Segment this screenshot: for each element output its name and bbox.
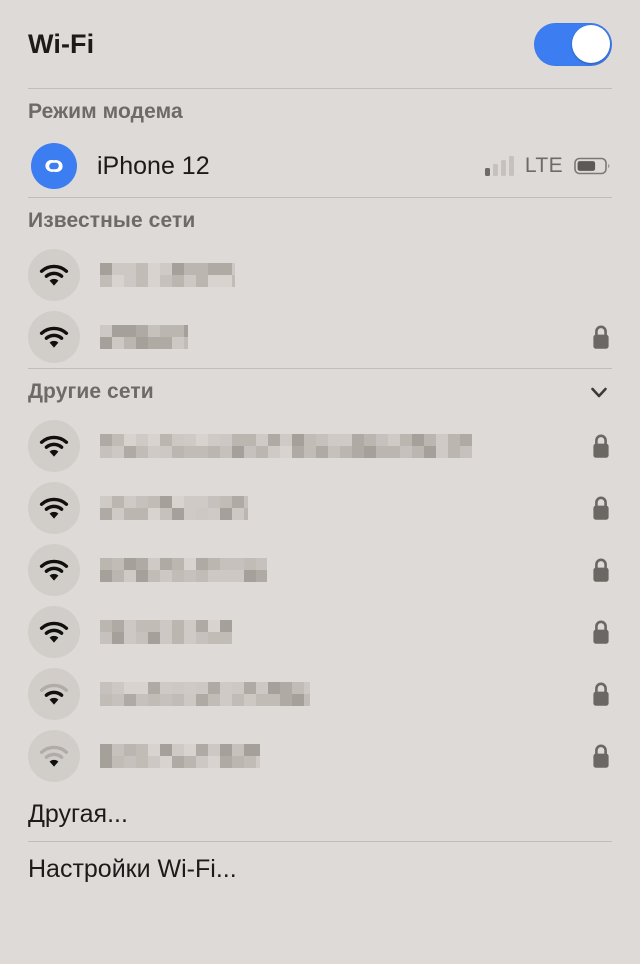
page-title: Wi-Fi (28, 28, 95, 59)
wifi-icon (28, 249, 80, 301)
redacted-network-name (100, 325, 188, 349)
lock-icon (593, 496, 609, 520)
chevron-down-icon[interactable] (586, 379, 612, 405)
hotspot-device-name: iPhone 12 (97, 151, 210, 180)
lock-icon (593, 325, 609, 349)
network-row[interactable] (0, 601, 640, 663)
section-title: Известные сети (28, 209, 196, 232)
network-row[interactable] (0, 244, 640, 306)
section-title: Другие сети (28, 380, 154, 403)
redacted-network-name (100, 620, 232, 644)
lock-icon (593, 558, 609, 582)
section-header-known-networks: Известные сети (0, 198, 640, 244)
wifi-power-toggle[interactable] (534, 22, 612, 66)
network-row[interactable] (0, 415, 640, 477)
other-network-label: Другая... (28, 799, 128, 828)
wifi-icon (28, 420, 80, 472)
network-row[interactable] (0, 306, 640, 368)
network-row[interactable] (0, 539, 640, 601)
wifi-icon (28, 606, 80, 658)
network-row[interactable] (0, 477, 640, 539)
wifi-icon (28, 668, 80, 720)
wifi-icon (28, 544, 80, 596)
redacted-network-name (100, 744, 260, 768)
lock-icon (593, 620, 609, 644)
wifi-settings-row[interactable]: Настройки Wi-Fi... (0, 842, 640, 896)
redacted-network-name (100, 558, 267, 582)
section-header-personal-hotspot: Режим модема (0, 89, 640, 135)
section-header-other-networks[interactable]: Другие сети (0, 369, 640, 415)
lock-icon (593, 744, 609, 768)
network-row[interactable] (0, 725, 640, 787)
redacted-network-name (100, 682, 310, 706)
toggle-knob (571, 25, 610, 63)
wifi-header: Wi-Fi (0, 0, 640, 88)
redacted-network-name (100, 263, 235, 287)
wifi-icon (28, 482, 80, 534)
hotspot-row-iphone[interactable]: iPhone 12 LTE (0, 135, 640, 197)
wifi-settings-label: Настройки Wi-Fi... (28, 854, 237, 883)
cellular-signal-icon (484, 156, 514, 176)
wifi-icon (28, 311, 80, 363)
network-row[interactable] (0, 663, 640, 725)
wifi-menu-panel: Wi-Fi Режим модема iPhone 12 LTE Известн… (0, 0, 640, 964)
wifi-icon (28, 730, 80, 782)
section-title: Режим модема (28, 100, 183, 123)
redacted-network-name (100, 434, 472, 458)
hotspot-link-icon (31, 143, 77, 189)
lock-icon (593, 434, 609, 458)
hotspot-status: LTE (484, 154, 612, 178)
other-network-row[interactable]: Другая... (0, 787, 640, 841)
lock-icon (593, 682, 609, 706)
redacted-network-name (100, 496, 248, 520)
battery-icon (574, 157, 610, 175)
carrier-label: LTE (524, 154, 563, 177)
